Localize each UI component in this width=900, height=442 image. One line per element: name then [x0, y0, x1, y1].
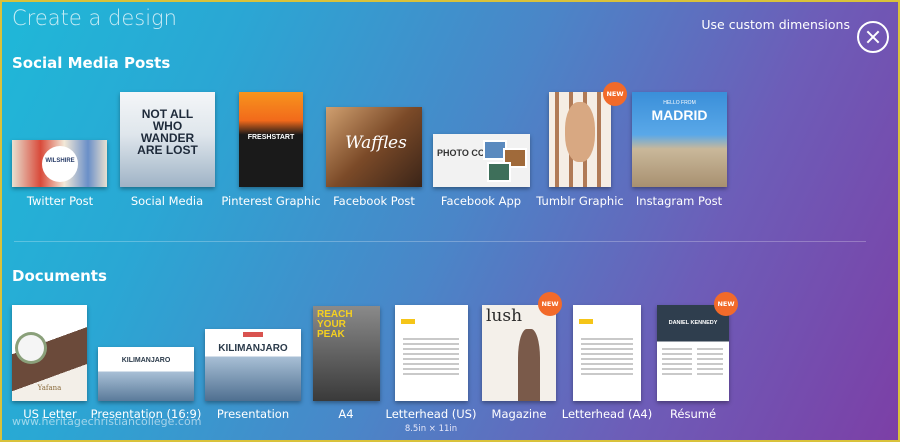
template-presentation[interactable]: KILIMANJARO — [205, 329, 301, 401]
template-magazine[interactable]: lush — [482, 305, 556, 401]
section-title-documents: Documents — [12, 267, 107, 285]
new-badge: NEW — [538, 292, 562, 316]
label-a4: A4 — [338, 407, 354, 421]
template-letterhead-us[interactable] — [395, 305, 468, 401]
template-tumblr-graphic[interactable] — [549, 92, 611, 187]
label-magazine: Magazine — [491, 407, 547, 421]
template-resume[interactable]: DANIEL KENNEDY — [657, 305, 729, 401]
template-presentation-16-9[interactable]: KILIMANJARO — [98, 347, 194, 401]
new-badge: NEW — [714, 292, 738, 316]
label-resume: Résumé — [669, 407, 717, 421]
template-facebook-post[interactable]: Waffles — [326, 107, 422, 187]
template-social-media[interactable]: NOT ALL WHO WANDER ARE LOST — [120, 92, 215, 187]
template-us-letter[interactable]: Yafana — [12, 305, 87, 401]
letterhead-us-size: 8.5in × 11in — [404, 424, 458, 434]
custom-dimensions-link[interactable]: Use custom dimensions — [701, 17, 850, 32]
design-picker-modal: Create a design Use custom dimensions So… — [0, 0, 900, 442]
label-instagram-post: Instagram Post — [635, 194, 723, 208]
template-a4[interactable]: REACH YOUR PEAK — [313, 306, 380, 401]
label-twitter-post: Twitter Post — [26, 194, 94, 208]
section-title-social: Social Media Posts — [12, 54, 171, 72]
close-icon[interactable] — [857, 21, 889, 53]
new-badge: NEW — [603, 82, 627, 106]
template-instagram-post[interactable]: HELLO FROM MADRID — [632, 92, 727, 187]
modal-title: Create a design — [12, 6, 177, 30]
label-presentation: Presentation — [216, 407, 290, 421]
label-facebook-app: Facebook App — [440, 194, 522, 208]
template-twitter-post[interactable]: WILSHIRE — [12, 140, 107, 187]
label-social-media: Social Media — [130, 194, 204, 208]
section-divider — [14, 241, 866, 242]
label-pinterest-graphic: Pinterest Graphic — [221, 194, 321, 208]
watermark: www.heritagechristiancollege.com — [12, 415, 202, 428]
label-letterhead-a4: Letterhead (A4) — [561, 407, 653, 421]
label-tumblr-graphic: Tumblr Graphic — [536, 194, 624, 208]
label-letterhead-us: Letterhead (US) — [385, 407, 477, 421]
template-letterhead-a4[interactable] — [573, 305, 641, 401]
template-pinterest-graphic[interactable]: FRESHSTART — [239, 92, 303, 187]
template-facebook-app[interactable]: PHOTO COMP — [433, 134, 530, 187]
label-facebook-post: Facebook Post — [333, 194, 415, 208]
